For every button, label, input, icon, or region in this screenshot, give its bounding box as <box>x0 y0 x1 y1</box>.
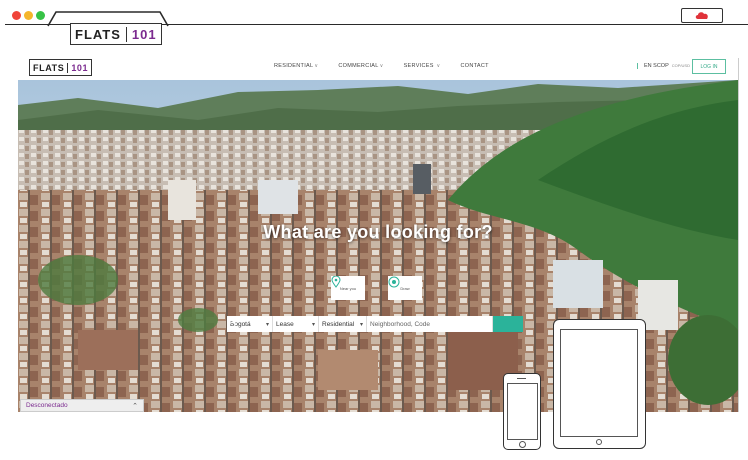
cloud-icon <box>695 12 708 19</box>
tablet-screen <box>560 329 638 437</box>
browser-chrome: FLATS 101 <box>0 0 748 45</box>
search-button[interactable] <box>227 316 523 332</box>
search-placeholder: Neighborhood, Code <box>370 320 430 328</box>
draw-label: Draw <box>400 286 410 291</box>
site-logo-word: FLATS <box>33 62 65 73</box>
chevron-down-icon: ▾ <box>265 321 269 328</box>
deal-type-value: Lease <box>276 320 294 328</box>
main-menu: RESIDENTIAL∨ COMMERCIAL∨ SERVICES ∨ CONT… <box>274 63 509 69</box>
chevron-down-icon: ▾ <box>359 321 363 328</box>
currency-label: COP/USD <box>671 63 690 68</box>
tablet-home-button <box>596 439 602 445</box>
property-type-select[interactable]: Residential ▾ <box>319 316 367 332</box>
browser-menu-button[interactable] <box>681 8 723 23</box>
browser-tab-logo[interactable]: FLATS 101 <box>70 23 162 45</box>
tablet-device-icon <box>553 319 646 449</box>
connection-status-bar[interactable]: Desconectado ⌃ <box>20 399 144 412</box>
map-pin-icon <box>331 276 341 288</box>
nav-item-commercial[interactable]: COMMERCIAL∨ <box>338 63 383 69</box>
nav-item-services[interactable]: SERVICES ∨ <box>404 63 441 69</box>
draw-area-icon <box>388 276 400 288</box>
login-button[interactable]: LOG IN <box>692 59 726 74</box>
chevron-down-icon: ∨ <box>436 63 441 69</box>
language-label: EN SCOP <box>644 63 669 69</box>
near-you-button[interactable]: Near you <box>331 276 365 300</box>
connection-status-label: Desconectado <box>26 402 68 409</box>
phone-speaker <box>517 378 526 379</box>
chevron-down-icon: ∨ <box>314 63 319 69</box>
property-type-value: Residential <box>322 320 355 328</box>
phone-screen <box>507 383 538 440</box>
nav-item-residential[interactable]: RESIDENTIAL∨ <box>274 63 318 69</box>
near-you-label: Near you <box>339 286 357 291</box>
site-logo[interactable]: FLATS 101 <box>29 59 93 76</box>
nav-item-label: CONTACT <box>460 63 489 69</box>
draw-button[interactable]: Draw <box>388 276 422 300</box>
nav-item-label: RESIDENTIAL <box>274 63 314 69</box>
phone-home-button <box>519 441 526 448</box>
chevron-down-icon: ∨ <box>379 63 384 69</box>
nav-item-contact[interactable]: CONTACT <box>461 63 489 69</box>
hero-title: What are you looking for? <box>263 222 493 242</box>
phone-device-icon <box>503 373 541 450</box>
site-navbar: FLATS 101 RESIDENTIAL∨ COMMERCIAL∨ SERVI… <box>18 58 738 81</box>
language-selector[interactable]: EN SCOP COP/USD <box>637 63 690 69</box>
property-search-bar: Bogotá ▾ Lease ▾ Residential ▾ Neighborhood… <box>227 316 523 332</box>
chevron-down-icon: ▾ <box>311 321 315 328</box>
nav-item-label: SERVICES <box>403 63 434 69</box>
nav-item-label: COMMERCIAL <box>338 63 379 69</box>
neighborhood-search-input[interactable]: Neighborhood, Code <box>367 316 493 332</box>
site-logo-number: 101 <box>67 62 88 73</box>
deal-type-select[interactable]: Lease ▾ <box>273 316 319 332</box>
search-icon <box>227 316 237 326</box>
tab-logo-word: FLATS <box>75 26 121 42</box>
tab-logo-number: 101 <box>125 26 157 42</box>
chevron-up-icon: ⌃ <box>132 402 138 410</box>
